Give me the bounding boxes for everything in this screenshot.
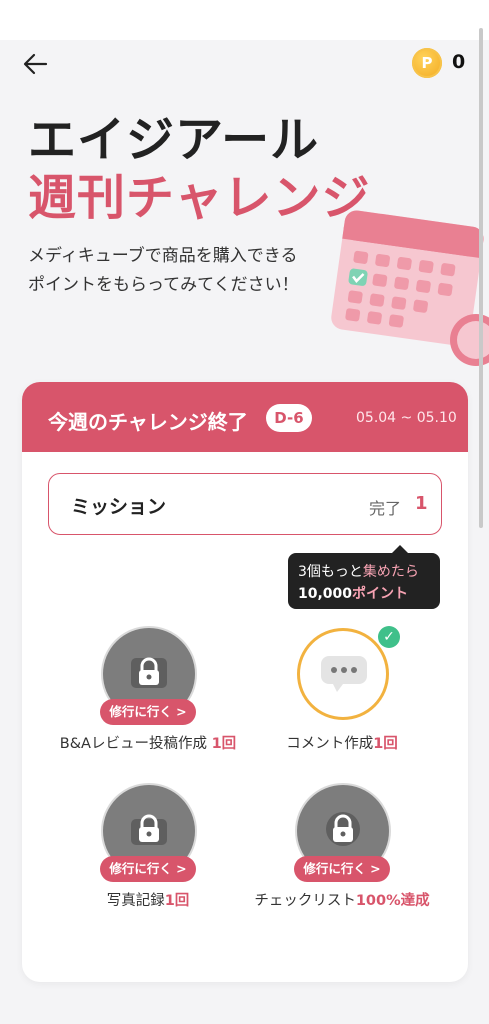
dday-badge: D-6	[266, 404, 312, 432]
challenge-header: 今週のチャレンジ終了 D-6 05.04 ~ 05.10	[22, 382, 468, 452]
lock-icon	[326, 812, 360, 846]
description-line1: メディキューブで商品を購入できる	[28, 246, 298, 266]
go-training-button[interactable]: 修行に行く >	[294, 856, 390, 882]
mission-name-text: コメント作成	[286, 736, 374, 752]
check-icon: ✓	[378, 626, 400, 648]
mission-count: 1回	[373, 736, 398, 752]
scrollbar[interactable]	[479, 28, 483, 528]
mission-name: チェックリスト100%達成	[237, 889, 447, 910]
coin-icon: P	[412, 48, 442, 78]
mission-review: 修行に行く > B&Aレビュー投稿作成 1回	[43, 628, 253, 778]
back-button[interactable]	[20, 50, 52, 78]
complete-label: 完了	[369, 499, 402, 518]
lock-icon	[131, 814, 167, 845]
description: メディキューブで商品を購入できる ポイントをもらってみてください！	[28, 242, 328, 300]
tooltip-line2-highlight: ポイント	[352, 586, 409, 602]
date-range: 05.04 ~ 05.10	[356, 410, 457, 426]
mission-name-text: 写真記録	[106, 893, 165, 909]
mission-name: B&Aレビュー投稿作成 1回	[43, 732, 253, 753]
arrow-left-icon	[23, 53, 48, 75]
reward-tooltip: 3個もっと集めたら 10,000ポイント	[288, 545, 440, 609]
mission-name: 写真記録1回	[43, 889, 253, 910]
mission-count: 1回	[164, 893, 190, 909]
challenge-card: 今週のチャレンジ終了 D-6 05.04 ~ 05.10 ミッション 完了 1 …	[22, 382, 468, 982]
tooltip-line2: 10,000ポイント	[298, 583, 408, 603]
tooltip-line1-prefix: 3個もっと	[298, 564, 363, 580]
description-line2: ポイントをもらってみてください！	[28, 275, 299, 295]
mission-icon-circle	[297, 628, 389, 720]
mission-name-text: B&Aレビュー投稿作成	[59, 736, 207, 752]
mission-count: 1回	[211, 736, 237, 752]
mission-count: 100%達成	[355, 893, 430, 909]
complete-count: 1	[415, 493, 428, 514]
mission-label: ミッション	[71, 496, 167, 518]
tooltip-line1-highlight: 集めたら	[362, 564, 419, 580]
go-training-button[interactable]: 修行に行く >	[100, 699, 196, 725]
mission-photo: 修行に行く > 写真記録1回	[43, 785, 253, 935]
page-subtitle: 週刊チャレンジ	[28, 170, 371, 226]
mission-name-text: チェックリスト	[254, 893, 356, 909]
mission-comment: ✓ コメント作成1回	[237, 626, 447, 778]
tooltip-line1: 3個もっと集めたら	[298, 561, 419, 581]
calendar-illustration	[331, 210, 489, 366]
mission-summary[interactable]: ミッション 完了 1	[48, 473, 442, 535]
challenge-title: 今週のチャレンジ終了	[48, 410, 248, 434]
speech-bubble-icon	[321, 656, 367, 692]
tooltip-line2-prefix: 10,000	[298, 586, 353, 602]
go-training-button[interactable]: 修行に行く >	[100, 856, 196, 882]
mission-checklist: 修行に行く > チェックリスト100%達成	[237, 785, 447, 935]
points-value: 0	[452, 51, 466, 73]
lock-icon	[131, 657, 167, 688]
mission-name: コメント作成1回	[237, 732, 447, 753]
